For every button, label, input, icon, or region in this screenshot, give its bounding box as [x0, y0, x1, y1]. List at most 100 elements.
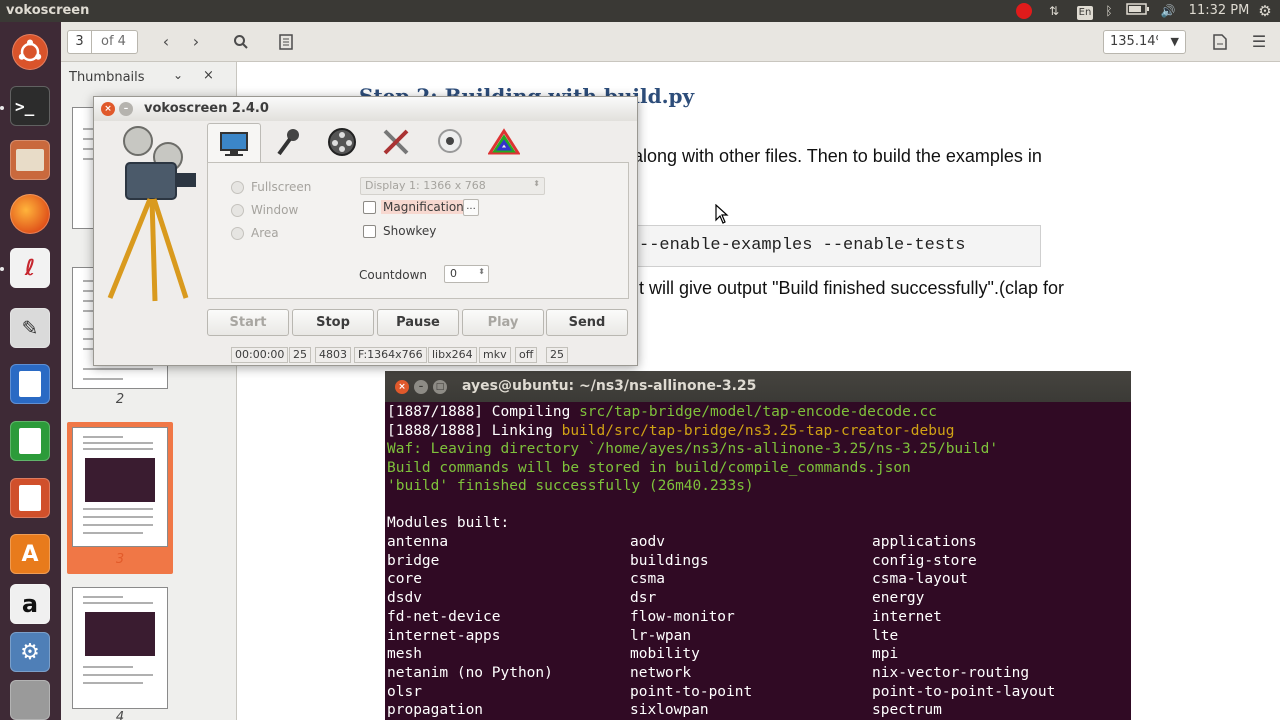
mouse-pointer: [715, 203, 729, 224]
terminal-line: Waf: Leaving directory `/home/ayes/ns3/n…: [387, 441, 999, 457]
vokoscreen-titlebar[interactable]: × – vokoscreen 2.4.0: [94, 97, 637, 121]
close-icon[interactable]: ×: [395, 380, 409, 394]
terminal-line: Build commands will be stored in build/c…: [387, 460, 911, 476]
status-audio: off: [515, 347, 538, 363]
webcam-icon: [438, 129, 462, 153]
module-name: sixlowpan: [630, 702, 709, 719]
module-name: core: [387, 571, 422, 588]
settings-tab[interactable]: [369, 123, 423, 161]
search-icon[interactable]: [229, 30, 253, 54]
screen-tab[interactable]: [207, 123, 261, 163]
ubuntu-dash-icon[interactable]: [6, 30, 54, 74]
module-name: internet-apps: [387, 627, 501, 644]
vokoscreen-tabs: [207, 123, 627, 163]
text-editor-icon[interactable]: ✎: [6, 306, 54, 350]
chevron-updown-icon: ⬍: [533, 179, 540, 188]
annotations-icon[interactable]: [274, 30, 298, 54]
launcher: >_ ℓ ✎ A a ⚙: [0, 22, 61, 720]
minimize-icon[interactable]: –: [119, 102, 133, 116]
module-name: olsr: [387, 683, 422, 700]
chevron-down-icon[interactable]: ⌄: [173, 68, 183, 82]
audio-tab[interactable]: [261, 123, 315, 161]
thumbnail-page-3[interactable]: [72, 427, 168, 547]
properties-icon[interactable]: [1208, 30, 1232, 54]
workspaces-icon[interactable]: [6, 678, 54, 720]
battery-icon[interactable]: [1124, 2, 1152, 20]
module-name: fd-net-device: [387, 608, 501, 625]
clock[interactable]: 11:32 PM: [1188, 2, 1250, 20]
about-tab[interactable]: [477, 123, 531, 161]
close-icon[interactable]: ×: [101, 102, 115, 116]
module-name: dsr: [630, 590, 657, 607]
next-page-icon[interactable]: ›: [184, 30, 208, 54]
fullscreen-radio[interactable]: [231, 181, 244, 194]
volume-icon[interactable]: 🔊: [1158, 2, 1178, 20]
showkey-checkbox[interactable]: [363, 225, 376, 238]
triangle-logo-icon: [488, 128, 520, 155]
document-viewer-icon[interactable]: ℓ: [6, 246, 54, 290]
terminal-line: Modules built:: [387, 515, 510, 531]
video-tab[interactable]: [315, 123, 369, 161]
amazon-icon[interactable]: a: [6, 582, 54, 626]
files-icon[interactable]: [6, 138, 54, 182]
firefox-icon[interactable]: [6, 192, 54, 236]
menu-icon[interactable]: ☰: [1247, 30, 1271, 54]
libreoffice-writer-icon[interactable]: [6, 362, 54, 406]
window-label: Window: [251, 203, 299, 217]
area-radio[interactable]: [231, 227, 244, 240]
zoom-selector[interactable]: 135.14% ▼: [1103, 30, 1186, 54]
monitor-icon: [220, 131, 248, 156]
magnification-settings-button[interactable]: ...: [463, 199, 479, 216]
webcam-tab[interactable]: [423, 123, 477, 161]
terminal-line: [1888/1888] Linking build/src/tap-bridge…: [387, 423, 955, 439]
magnification-checkbox[interactable]: [363, 201, 376, 214]
zoom-value: 135.14%: [1110, 34, 1158, 49]
spin-arrows-icon: ⬍: [478, 267, 485, 276]
showkey-label: Showkey: [383, 224, 437, 238]
status-bitrate: 4803: [315, 347, 351, 363]
magnification-label: Magnification: [381, 200, 466, 214]
film-reel-icon: [328, 128, 356, 156]
network-icon[interactable]: ⇅: [1044, 2, 1064, 20]
keyboard-icon[interactable]: En: [1074, 2, 1096, 20]
module-name: propagation: [387, 702, 484, 719]
thumbnail-label: 4: [115, 710, 125, 720]
microphone-icon: [277, 129, 299, 156]
libreoffice-impress-icon[interactable]: [6, 476, 54, 520]
start-button[interactable]: Start: [207, 309, 289, 336]
settings-icon[interactable]: ⚙: [1255, 2, 1275, 20]
send-button[interactable]: Send: [546, 309, 628, 336]
top-panel: vokoscreen ⇅ En ᛒ 🔊 11:32 PM ⚙: [0, 0, 1280, 22]
sidebar-title[interactable]: Thumbnails: [69, 70, 145, 85]
module-name: netanim (no Python): [387, 664, 553, 681]
display-select[interactable]: Display 1: 1366 x 768 ⬍: [360, 177, 545, 195]
module-name: dsdv: [387, 590, 422, 607]
close-icon[interactable]: ×: [203, 68, 214, 83]
area-label: Area: [251, 226, 279, 240]
previous-page-icon[interactable]: ‹: [154, 30, 178, 54]
page-paragraph: it will give output "Build finished succ…: [635, 278, 1064, 298]
module-name: flow-monitor: [630, 608, 735, 625]
bluetooth-icon[interactable]: ᛒ: [1101, 2, 1117, 20]
thumbnail-page-4[interactable]: [72, 587, 168, 709]
window-radio[interactable]: [231, 204, 244, 217]
fullscreen-label: Fullscreen: [251, 180, 312, 194]
module-name: mobility: [630, 646, 700, 663]
status-fps-setting: 25: [546, 347, 568, 363]
record-icon[interactable]: [1015, 2, 1033, 20]
countdown-spinbox[interactable]: 0 ⬍: [444, 265, 489, 283]
terminal-icon[interactable]: >_: [6, 84, 54, 128]
terminal-titlebar[interactable]: × – □ ayes@ubuntu: ~/ns3/ns-allinone-3.2…: [385, 371, 1131, 402]
countdown-value: 0: [450, 267, 457, 280]
display-select-value: Display 1: 1366 x 768: [365, 179, 486, 192]
play-button[interactable]: Play: [462, 309, 544, 336]
minimize-icon[interactable]: –: [414, 380, 428, 394]
pause-button[interactable]: Pause: [377, 309, 459, 336]
software-center-icon[interactable]: A: [6, 532, 54, 576]
maximize-icon[interactable]: □: [433, 380, 447, 394]
system-settings-icon[interactable]: ⚙: [6, 630, 54, 674]
stop-button[interactable]: Stop: [292, 309, 374, 336]
page-number-input[interactable]: 3: [68, 31, 92, 53]
module-name: energy: [872, 590, 925, 607]
libreoffice-calc-icon[interactable]: [6, 419, 54, 463]
